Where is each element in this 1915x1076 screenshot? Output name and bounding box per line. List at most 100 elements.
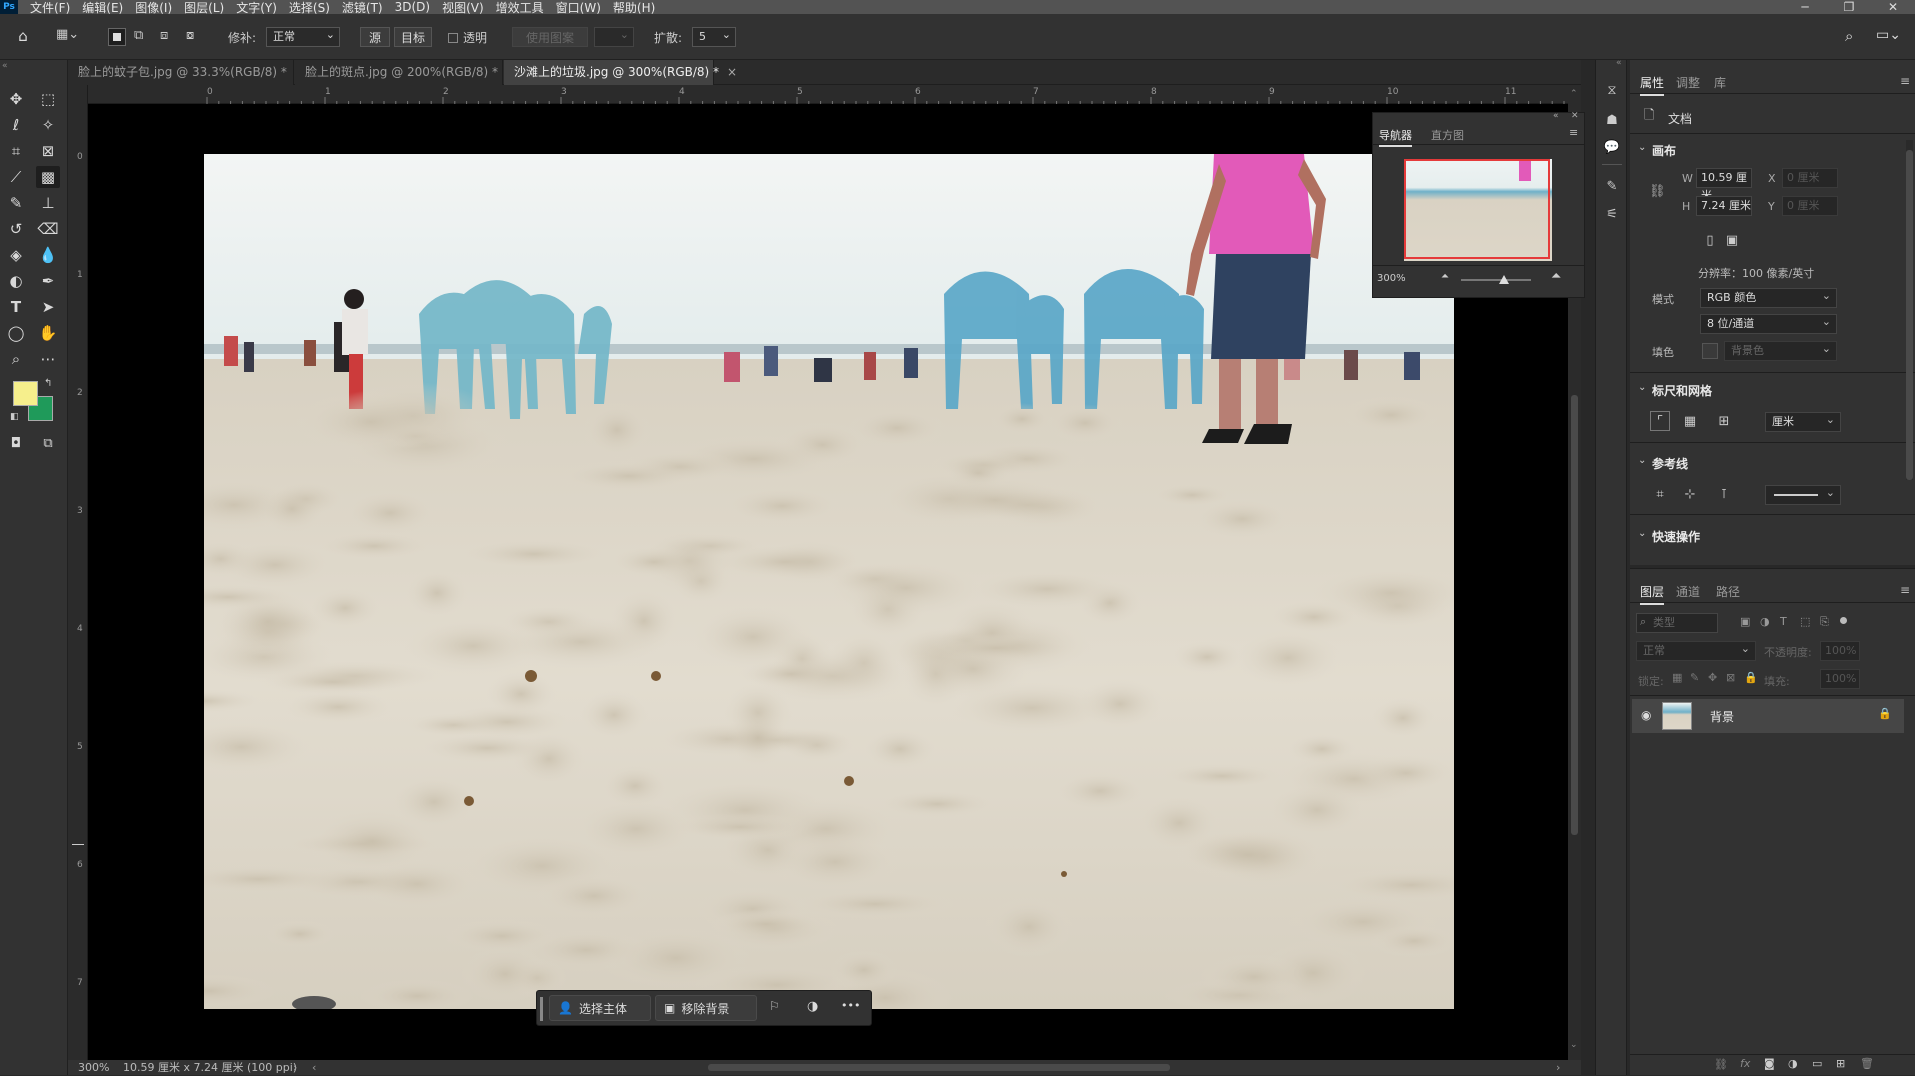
actions-icon[interactable]: ☗ — [1602, 110, 1622, 130]
scroll-up-icon[interactable]: ⌃ — [1570, 89, 1578, 99]
layer-filter-select[interactable]: 类型 — [1636, 613, 1718, 633]
pattern-picker[interactable] — [594, 26, 634, 47]
pixel-filter-icon[interactable]: ▣ — [1740, 615, 1750, 628]
history-icon[interactable]: ⧖ — [1602, 80, 1622, 100]
hand-tool-icon[interactable]: ✋ — [36, 322, 60, 344]
adjustment-filter-icon[interactable]: ◑ — [1760, 615, 1770, 628]
new-adjustment-icon[interactable]: ◑ — [1788, 1057, 1798, 1070]
lock-artboard-icon[interactable]: ⊠ — [1726, 671, 1735, 684]
panel-menu-icon[interactable]: ≡ — [1900, 583, 1910, 597]
tab-histogram[interactable]: 直方图 — [1431, 127, 1464, 143]
adjust-icon[interactable]: ◑ — [807, 999, 825, 1017]
layer-style-icon[interactable]: fx — [1740, 1057, 1750, 1070]
hscroll-right-icon[interactable]: › — [1556, 1060, 1560, 1075]
blur-tool-icon[interactable]: 💧 — [36, 244, 60, 266]
tab-navigator[interactable]: 导航器 — [1379, 127, 1412, 147]
brush-tool-icon[interactable]: ✎ — [4, 192, 28, 214]
quick-mask-icon[interactable]: ◘ — [4, 432, 28, 454]
brush-settings-icon[interactable]: ✎ — [1602, 176, 1622, 196]
zoom-slider-thumb[interactable] — [1499, 275, 1510, 284]
crop-tool-icon[interactable]: ⌗ — [4, 140, 28, 162]
scroll-thumb[interactable] — [1571, 395, 1578, 835]
target-button[interactable]: 目标 — [394, 27, 432, 47]
transparent-checkbox[interactable] — [448, 33, 458, 43]
new-selection-icon[interactable] — [108, 28, 126, 46]
portrait-orientation-icon[interactable]: ▯ — [1700, 230, 1720, 250]
zoom-slider-track[interactable] — [1461, 279, 1531, 281]
chevron-down-icon[interactable]: ⌄ — [1638, 382, 1646, 393]
eraser-icon[interactable]: ⌫ — [36, 218, 60, 240]
zoom-tool-icon[interactable]: ⌕ — [4, 348, 28, 370]
landscape-orientation-icon[interactable]: ▣ — [1722, 230, 1742, 250]
fill-swatch[interactable] — [1702, 343, 1718, 359]
swap-colors-icon[interactable]: ↰ — [44, 378, 52, 389]
height-field[interactable]: 7.24 厘米 — [1696, 196, 1752, 216]
collapse-dock-icon[interactable]: « — [1616, 58, 1622, 68]
type-tool-icon[interactable]: T — [4, 296, 28, 318]
clone-stamp-icon[interactable]: ⊥ — [36, 192, 60, 214]
rulers-grids-section-title[interactable]: 标尺和网格 — [1652, 382, 1712, 399]
layer-thumbnail[interactable] — [1662, 702, 1692, 730]
add-selection-icon[interactable]: ⧉ — [134, 28, 152, 46]
restore-button[interactable]: ❐ — [1827, 0, 1871, 14]
zoom-out-icon[interactable]: ⏶ — [1441, 271, 1449, 282]
hscroll-left-icon[interactable]: ‹ — [312, 1060, 316, 1075]
tool-preset-icon[interactable]: ▦⌄ — [56, 27, 86, 47]
default-colors-icon[interactable]: ◧ — [10, 412, 19, 422]
magic-wand-icon[interactable]: ✧ — [36, 114, 60, 136]
drag-handle[interactable] — [540, 997, 543, 1021]
tab-mosquito-bite[interactable]: 脸上的蚊子包.jpg @ 33.3%(RGB/8) *× — [68, 60, 305, 85]
lasso-tool-icon[interactable]: ℓ — [4, 114, 28, 136]
panel-menu-icon[interactable]: ≡ — [1569, 126, 1578, 139]
repair-mode-select[interactable]: 正常 — [266, 26, 340, 47]
frame-tool-icon[interactable]: ⊠ — [36, 140, 60, 162]
x-field[interactable]: 0 厘米 — [1782, 168, 1838, 188]
tab-layers[interactable]: 图层 — [1640, 583, 1665, 605]
comments-icon[interactable]: 💬 — [1602, 137, 1622, 157]
tab-face-spots[interactable]: 脸上的斑点.jpg @ 200%(RGB/8) *× — [295, 60, 516, 85]
history-brush-icon[interactable]: ↺ — [4, 218, 28, 240]
guide-toggle-icon[interactable]: ⌗ — [1650, 484, 1670, 504]
beach-photo[interactable] — [204, 154, 1454, 1009]
quick-actions-section-title[interactable]: 快速操作 — [1652, 528, 1700, 545]
intersect-selection-icon[interactable]: ⧇ — [186, 28, 204, 46]
lock-transparent-icon[interactable]: ▦ — [1672, 671, 1682, 684]
paint-bucket-icon[interactable]: ◈ — [4, 244, 28, 266]
diffuse-select[interactable]: 5 — [692, 26, 736, 47]
navigator-thumbnail[interactable] — [1404, 159, 1552, 261]
width-field[interactable]: 10.59 厘米 — [1696, 168, 1752, 202]
layer-row-background[interactable]: ◉ 背景 🔒 — [1632, 699, 1904, 733]
properties-scrollbar[interactable] — [1906, 140, 1913, 480]
lock-pixels-icon[interactable]: ✎ — [1690, 671, 1699, 684]
filter-toggle-icon[interactable] — [1840, 617, 1847, 624]
tab-properties[interactable]: 属性 — [1640, 74, 1665, 96]
pen-tool-icon[interactable]: ✒ — [36, 270, 60, 292]
workspace-icon[interactable]: ▭⌄ — [1876, 27, 1901, 43]
view-box[interactable] — [1404, 159, 1550, 259]
ruler-toggle-icon[interactable]: ⌜ — [1650, 411, 1670, 431]
patch-tool-icon[interactable]: ▩ — [36, 166, 60, 188]
lock-all-icon[interactable]: 🔒 — [1744, 671, 1758, 684]
select-subject-button[interactable]: 👤 选择主体 — [549, 995, 651, 1021]
bit-depth-select[interactable]: 8 位/通道 — [1700, 313, 1837, 334]
guides-section-title[interactable]: 参考线 — [1652, 455, 1688, 472]
add-mask-icon[interactable]: ◙ — [1764, 1057, 1775, 1070]
new-guide-icon[interactable]: ⊺ — [1714, 484, 1734, 504]
tab-adjustments[interactable]: 调整 — [1676, 74, 1700, 91]
ellipse-tool-icon[interactable]: ◯ — [4, 322, 28, 344]
eyedropper-icon[interactable]: ⟋ — [4, 166, 28, 188]
link-icon[interactable]: ⛓ — [1649, 184, 1666, 199]
minimize-button[interactable]: ─ — [1783, 0, 1827, 14]
unit-select[interactable]: 厘米 — [1765, 411, 1841, 432]
marquee-tool-icon[interactable]: ⬚ — [36, 88, 60, 110]
chevron-down-icon[interactable]: ⌄ — [1638, 455, 1646, 466]
panel-menu-icon[interactable]: ≡ — [1900, 74, 1910, 88]
zoom-level[interactable]: 300% — [78, 1060, 109, 1075]
blend-mode-select[interactable]: 正常 — [1636, 640, 1756, 661]
flag-icon[interactable]: ⚐ — [769, 999, 787, 1017]
screen-mode-icon[interactable]: ⧉ — [36, 432, 60, 454]
fill-select[interactable]: 背景色 — [1724, 340, 1837, 361]
source-button[interactable]: 源 — [360, 27, 390, 47]
navigator-zoom-value[interactable]: 300% — [1377, 273, 1406, 284]
chevron-down-icon[interactable]: ⌄ — [1638, 528, 1646, 539]
